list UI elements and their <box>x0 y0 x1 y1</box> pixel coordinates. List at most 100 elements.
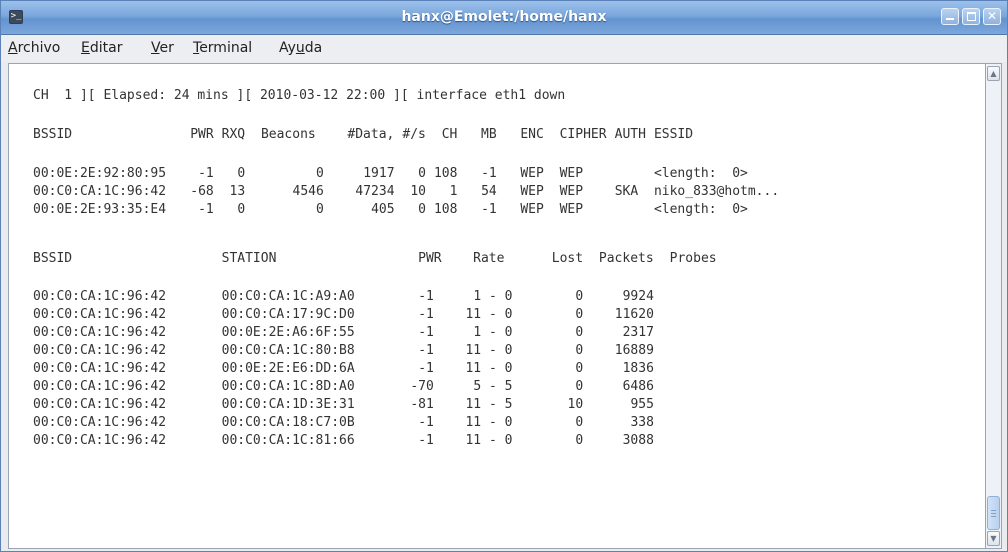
terminal-window: >_ hanx@Emolet:/home/hanx ✕ Archivo Edita… <box>0 0 1008 552</box>
ap-rxq: 0 <box>237 166 246 181</box>
scroll-down-button[interactable]: ▼ <box>987 531 1000 546</box>
scrollbar-thumb[interactable] <box>987 496 1000 530</box>
ap-rxq: 0 <box>237 202 246 217</box>
ap-table-header: BSSID PWR RXQ Beacons #Data, #/s CH MB ENC CIPHER… <box>33 126 973 144</box>
col-header-rate: Rate <box>473 251 505 266</box>
station-mac: 00:0E:2E:E6:DD:6A <box>221 361 355 376</box>
station-mac: 00:C0:CA:1C:8D:A0 <box>221 379 355 394</box>
ap-table-row: 00:0E:2E:92:80:95 -1 0 0 1917 0 108 -1 WEP WEP <le… <box>33 165 973 183</box>
menu-ayuda[interactable]: Ayuda <box>279 35 322 62</box>
station-lost: 0 <box>575 325 584 340</box>
ap-cipher: WEP <box>559 202 584 217</box>
ap-data: 405 <box>371 202 395 217</box>
ap-bssid: 00:0E:2E:92:80:95 <box>33 166 167 181</box>
status-text: CH 1 ][ Elapsed: 24 mins ][ 2010-03-12 2… <box>33 88 566 103</box>
ap-channel: 108 <box>433 166 458 181</box>
col-header-bssid: BSSID <box>33 251 73 266</box>
maximize-button[interactable] <box>962 8 980 25</box>
ap-beacons: 4546 <box>292 184 324 199</box>
station-bssid: 00:C0:CA:1C:96:42 <box>33 433 167 448</box>
station-table-row: 00:C0:CA:1C:96:42 00:0E:2E:E6:DD:6A -1 11 -… <box>33 360 973 378</box>
station-bssid: 00:C0:CA:1C:96:42 <box>33 415 167 430</box>
ap-enc: WEP <box>520 166 544 181</box>
close-button[interactable]: ✕ <box>983 8 1001 25</box>
ap-mb: -1 <box>481 202 497 217</box>
minimize-button[interactable] <box>941 8 959 25</box>
station-packets: 9924 <box>622 289 654 304</box>
col-header-data: #Data, <box>347 127 395 142</box>
station-mac: 00:C0:CA:18:C7:0B <box>221 415 355 430</box>
station-mac: 00:C0:CA:17:9C:D0 <box>221 307 355 322</box>
ap-rate: 10 <box>410 184 426 199</box>
station-bssid: 00:C0:CA:1C:96:42 <box>33 361 167 376</box>
ap-pwr: -1 <box>198 202 214 217</box>
ap-table-row: 00:C0:CA:1C:96:42 -68 13 4546 47234 10 1 54 WEP W… <box>33 183 973 201</box>
station-table-row: 00:C0:CA:1C:96:42 00:C0:CA:1C:8D:A0 -70 5 -… <box>33 378 973 396</box>
ap-essid: <length: 0> <box>653 202 748 217</box>
ap-channel: 1 <box>449 184 458 199</box>
station-packets: 6486 <box>622 379 654 394</box>
station-rate: 11 - 0 <box>465 307 513 322</box>
col-header-bssid: BSSID <box>33 127 73 142</box>
ap-cipher: WEP <box>559 184 584 199</box>
ap-rate: 0 <box>418 166 426 181</box>
chevron-down-icon: ▼ <box>990 534 997 543</box>
station-mac: 00:0E:2E:A6:6F:55 <box>221 325 355 340</box>
col-header-rxq: RXQ <box>221 127 246 142</box>
station-rate: 11 - 0 <box>465 433 513 448</box>
col-header-mb: MB <box>481 127 497 142</box>
station-packets: 2317 <box>622 325 654 340</box>
station-pwr: -1 <box>418 307 434 322</box>
ap-beacons: 0 <box>315 166 324 181</box>
terminal-output[interactable]: CH 1 ][ Elapsed: 24 mins ][ 2010-03-12 2… <box>8 63 986 549</box>
station-rate: 11 - 0 <box>465 361 513 376</box>
station-table-row: 00:C0:CA:1C:96:42 00:C0:CA:1C:81:66 -1 11 -… <box>33 432 973 450</box>
station-bssid: 00:C0:CA:1C:96:42 <box>33 343 167 358</box>
ap-rxq: 13 <box>229 184 246 199</box>
station-mac: 00:C0:CA:1C:80:B8 <box>221 343 355 358</box>
maximize-icon <box>966 12 976 21</box>
menu-bar: Archivo Editar Ver Terminal Ayuda <box>1 35 1007 62</box>
menu-terminal[interactable]: Terminal <box>193 35 252 62</box>
station-rate: 5 - 5 <box>473 379 513 394</box>
status-line: CH 1 ][ Elapsed: 24 mins ][ 2010-03-12 2… <box>33 87 973 105</box>
col-header-ch: CH <box>441 127 458 142</box>
col-header-beacons: Beacons <box>260 127 316 142</box>
col-header-probes: Probes <box>669 251 717 266</box>
ap-cipher: WEP <box>559 166 584 181</box>
station-bssid: 00:C0:CA:1C:96:42 <box>33 325 167 340</box>
station-rate: 11 - 5 <box>465 397 513 412</box>
station-table-row: 00:C0:CA:1C:96:42 00:C0:CA:1D:3E:31 -81 11 … <box>33 396 973 414</box>
vertical-scrollbar[interactable]: ▲ ▼ <box>986 63 1002 549</box>
station-lost: 0 <box>575 361 584 376</box>
station-rate: 1 - 0 <box>473 289 513 304</box>
station-bssid: 00:C0:CA:1C:96:42 <box>33 397 167 412</box>
station-lost: 0 <box>575 415 584 430</box>
title-bar[interactable]: >_ hanx@Emolet:/home/hanx ✕ <box>1 1 1007 35</box>
ap-auth: SKA <box>614 184 639 199</box>
ap-mb: -1 <box>481 166 497 181</box>
station-pwr: -81 <box>410 397 434 412</box>
station-pwr: -70 <box>410 379 434 394</box>
ap-pwr: -68 <box>190 184 214 199</box>
station-bssid: 00:C0:CA:1C:96:42 <box>33 379 167 394</box>
ap-mb: 54 <box>481 184 497 199</box>
station-table-header: BSSID STATION PWR Rate Lost Packets Probes <box>33 250 973 268</box>
ap-table-row: 00:0E:2E:93:35:E4 -1 0 0 405 0 108 -1 WEP WEP <len… <box>33 201 973 219</box>
station-bssid: 00:C0:CA:1C:96:42 <box>33 289 167 304</box>
station-pwr: -1 <box>418 361 434 376</box>
station-table-row: 00:C0:CA:1C:96:42 00:0E:2E:A6:6F:55 -1 1 - … <box>33 324 973 342</box>
ap-essid: <length: 0> <box>653 166 748 181</box>
menu-archivo[interactable]: Archivo <box>8 35 60 62</box>
station-rate: 11 - 0 <box>465 415 513 430</box>
scroll-up-button[interactable]: ▲ <box>987 66 1000 81</box>
station-pwr: -1 <box>418 325 434 340</box>
station-lost: 0 <box>575 433 584 448</box>
menu-editar[interactable]: Editar <box>81 35 122 62</box>
station-packets: 1836 <box>622 361 654 376</box>
col-header-pwr: PWR <box>190 127 214 142</box>
col-header-pwr: PWR <box>418 251 442 266</box>
menu-ver[interactable]: Ver <box>151 35 174 62</box>
station-mac: 00:C0:CA:1D:3E:31 <box>221 397 355 412</box>
minimize-icon <box>946 18 954 20</box>
